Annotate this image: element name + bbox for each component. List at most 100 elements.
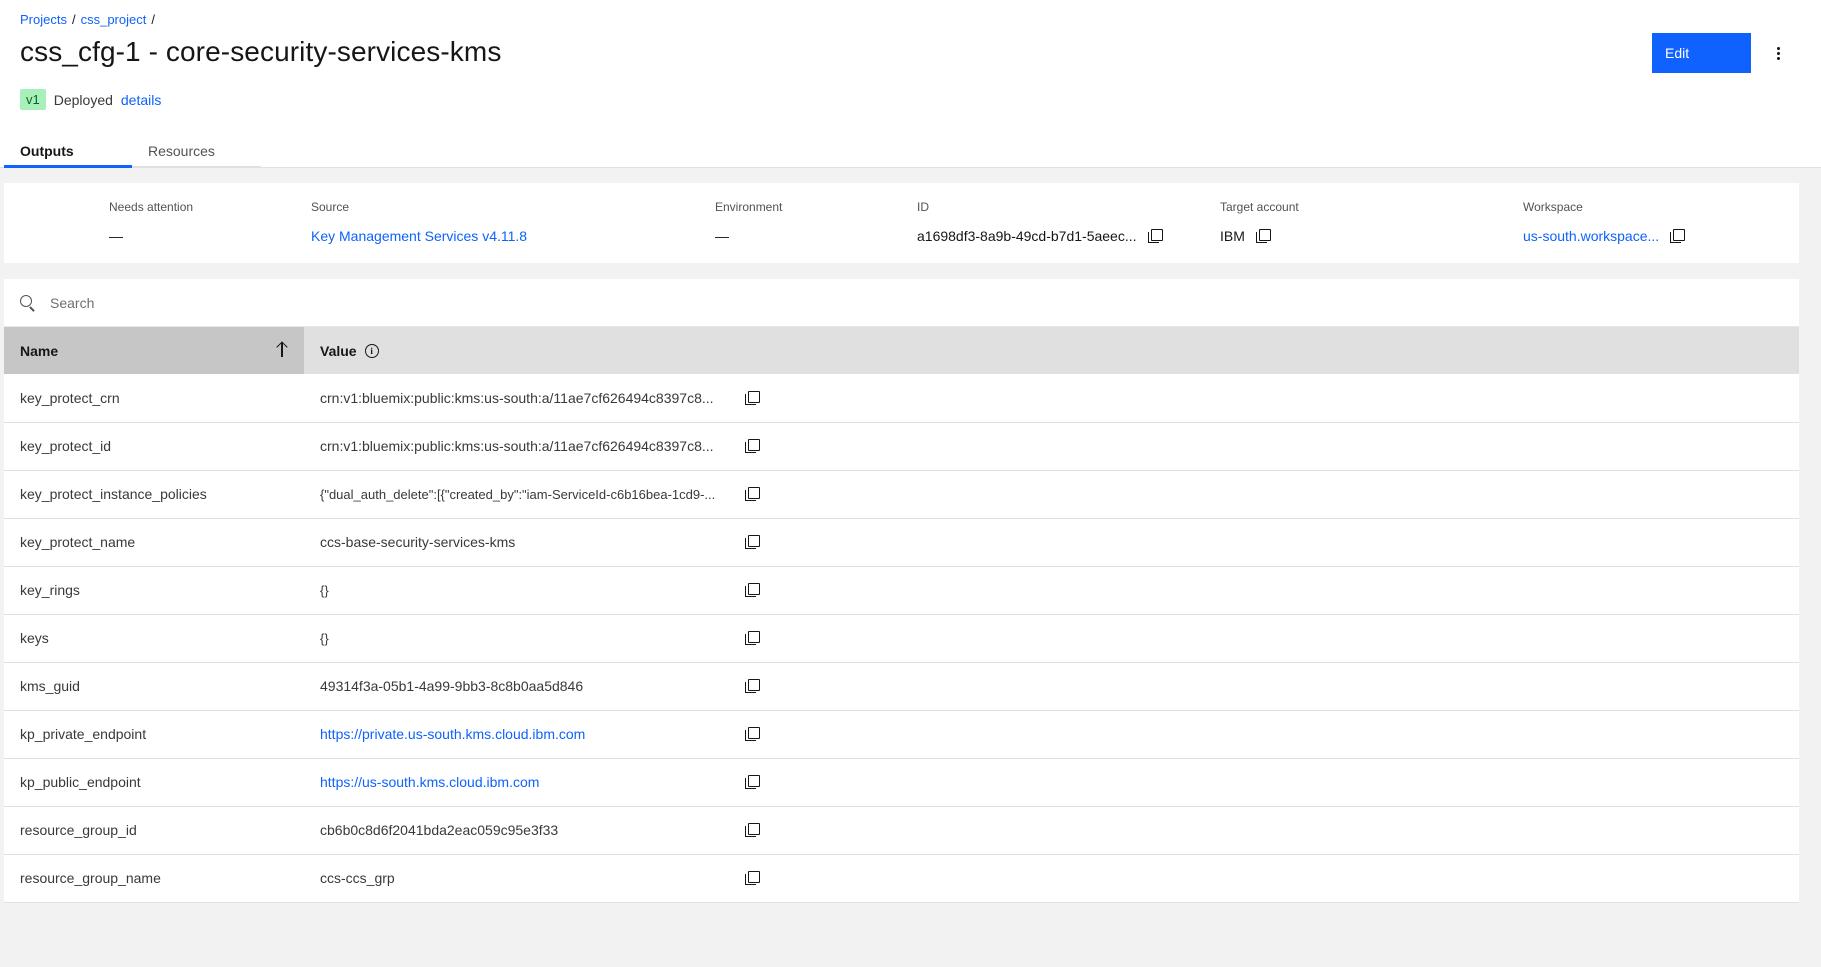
- version-badge: v1: [20, 89, 46, 110]
- breadcrumb-projects-link[interactable]: Projects: [20, 12, 67, 27]
- output-value: https://us-south.kms.cloud.ibm.com: [320, 774, 744, 790]
- output-name: key_protect_id: [20, 438, 112, 454]
- copy-icon[interactable]: [1255, 228, 1271, 244]
- table-header-row: Name Value i: [4, 327, 1799, 374]
- output-value-link[interactable]: https://us-south.kms.cloud.ibm.com: [320, 774, 539, 790]
- summary-label: Target account: [1220, 200, 1299, 214]
- output-value: {}: [320, 630, 329, 646]
- summary-label: Workspace: [1523, 200, 1583, 214]
- edit-button[interactable]: Edit: [1652, 33, 1751, 73]
- column-label: Value: [320, 342, 357, 359]
- table-row: key_protect_name ccs-base-security-servic…: [4, 518, 1799, 566]
- output-value-cell: {}: [304, 614, 1799, 662]
- sort-ascending-icon[interactable]: [276, 341, 288, 359]
- output-value: {}: [320, 582, 329, 598]
- copy-icon[interactable]: [744, 726, 760, 742]
- details-link[interactable]: details: [121, 92, 161, 108]
- output-value: ccs-ccs_grp: [320, 870, 395, 886]
- search-input[interactable]: [50, 294, 650, 311]
- outputs-table-container: Name Value i key_protect_crn crn:v1:bluem…: [4, 279, 1799, 903]
- output-name: keys: [20, 630, 49, 646]
- breadcrumb: Projects / css_project /: [20, 12, 155, 27]
- table-row: kp_public_endpoint https://us-south.kms.c…: [4, 758, 1799, 806]
- target-account-value: IBM: [1220, 228, 1245, 244]
- tab-resources[interactable]: Resources: [132, 136, 261, 168]
- output-value-cell: https://private.us-south.kms.cloud.ibm.c…: [304, 710, 1799, 758]
- output-name: key_protect_instance_policies: [20, 486, 207, 502]
- summary-value: —: [715, 228, 729, 244]
- breadcrumb-project-link[interactable]: css_project: [81, 12, 147, 27]
- copy-icon[interactable]: [744, 822, 760, 838]
- output-value: crn:v1:bluemix:public:kms:us-south:a/11a…: [320, 389, 714, 406]
- table-row: key_protect_id crn:v1:bluemix:public:kms:…: [4, 422, 1799, 470]
- copy-icon[interactable]: [744, 678, 760, 694]
- copy-icon[interactable]: [744, 390, 760, 406]
- config-summary: Needs attention — Source Key Management …: [4, 183, 1799, 263]
- summary-id: ID a1698df3-8a9b-49cd-b7d1-5aeec...: [917, 200, 1163, 244]
- value-column-header: Value i: [304, 327, 1799, 374]
- status-text: Deployed: [53, 91, 113, 108]
- output-name: kms_guid: [20, 678, 80, 694]
- overflow-menu-vertical-icon[interactable]: [1768, 38, 1788, 68]
- copy-icon[interactable]: [744, 630, 760, 646]
- summary-label: Environment: [715, 200, 783, 214]
- summary-source: Source Key Management Services v4.11.8: [311, 200, 527, 244]
- summary-target-account: Target account IBM: [1220, 200, 1299, 244]
- output-value-cell: crn:v1:bluemix:public:kms:us-south:a/11a…: [304, 422, 1799, 470]
- copy-icon[interactable]: [744, 870, 760, 886]
- output-value-cell: cb6b0c8d6f2041bda2eac059c95e3f33: [304, 806, 1799, 854]
- output-value: 49314f3a-05b1-4a99-9bb3-8c8b0aa5d846: [320, 678, 584, 694]
- tab-outputs[interactable]: Outputs: [4, 136, 132, 168]
- page-header: Projects / css_project / css_cfg-1 - cor…: [0, 0, 1821, 168]
- table-row: resource_group_name ccs-ccs_grp: [4, 854, 1799, 902]
- deployment-status: v1 Deployed details: [20, 89, 161, 110]
- table-row: key_protect_instance_policies {"dual_auth…: [4, 470, 1799, 518]
- output-value: cb6b0c8d6f2041bda2eac059c95e3f33: [320, 822, 559, 838]
- output-value: https://private.us-south.kms.cloud.ibm.c…: [320, 726, 744, 742]
- output-name: resource_group_name: [20, 870, 161, 886]
- output-value-link[interactable]: https://private.us-south.kms.cloud.ibm.c…: [320, 726, 585, 742]
- output-value-cell: {}: [304, 566, 1799, 614]
- breadcrumb-separator: /: [151, 12, 155, 27]
- breadcrumb-separator: /: [71, 12, 76, 27]
- copy-icon[interactable]: [744, 534, 760, 550]
- output-value-cell: ccs-ccs_grp: [304, 854, 1799, 902]
- copy-icon[interactable]: [744, 486, 760, 502]
- output-value-cell: crn:v1:bluemix:public:kms:us-south:a/11a…: [304, 374, 1799, 422]
- summary-label: ID: [917, 200, 929, 214]
- copy-icon[interactable]: [744, 774, 760, 790]
- table-search: [4, 279, 1799, 327]
- source-link[interactable]: Key Management Services v4.11.8: [311, 228, 527, 244]
- copy-icon[interactable]: [1147, 228, 1163, 244]
- workspace-link[interactable]: us-south.workspace...: [1523, 228, 1659, 244]
- output-name: kp_public_endpoint: [20, 774, 141, 790]
- table-row: kms_guid 49314f3a-05b1-4a99-9bb3-8c8b0aa5…: [4, 662, 1799, 710]
- tab-list: Outputs Resources: [4, 136, 261, 168]
- copy-icon[interactable]: [744, 582, 760, 598]
- summary-value: —: [109, 228, 123, 244]
- output-name: key_protect_crn: [20, 389, 120, 406]
- column-label: Name: [20, 342, 59, 359]
- table-row: key_protect_crn crn:v1:bluemix:public:kms…: [4, 374, 1799, 422]
- summary-label: Needs attention: [109, 200, 194, 214]
- output-value: {"dual_auth_delete":[{"created_by":"iam-…: [320, 486, 716, 502]
- page-title: css_cfg-1 - core-security-services-kms: [20, 36, 502, 67]
- summary-workspace: Workspace us-south.workspace...: [1523, 200, 1686, 244]
- output-name: key_protect_name: [20, 534, 136, 550]
- output-value-cell: {"dual_auth_delete":[{"created_by":"iam-…: [304, 470, 1799, 518]
- name-column-header[interactable]: Name: [4, 327, 304, 374]
- id-value: a1698df3-8a9b-49cd-b7d1-5aeec...: [917, 228, 1137, 244]
- search-icon: [20, 294, 36, 311]
- table-row: key_rings {}: [4, 566, 1799, 614]
- info-icon[interactable]: i: [364, 343, 379, 358]
- table-row: keys {}: [4, 614, 1799, 662]
- output-value-cell: 49314f3a-05b1-4a99-9bb3-8c8b0aa5d846: [304, 662, 1799, 710]
- copy-icon[interactable]: [744, 438, 760, 454]
- copy-icon[interactable]: [1669, 228, 1686, 244]
- output-name: key_rings: [20, 582, 80, 598]
- output-name: resource_group_id: [20, 822, 137, 838]
- output-value-cell: https://us-south.kms.cloud.ibm.com: [304, 758, 1799, 806]
- outputs-table: Name Value i key_protect_crn crn:v1:bluem…: [4, 327, 1799, 903]
- summary-label: Source: [311, 200, 350, 214]
- summary-environment: Environment —: [715, 200, 782, 244]
